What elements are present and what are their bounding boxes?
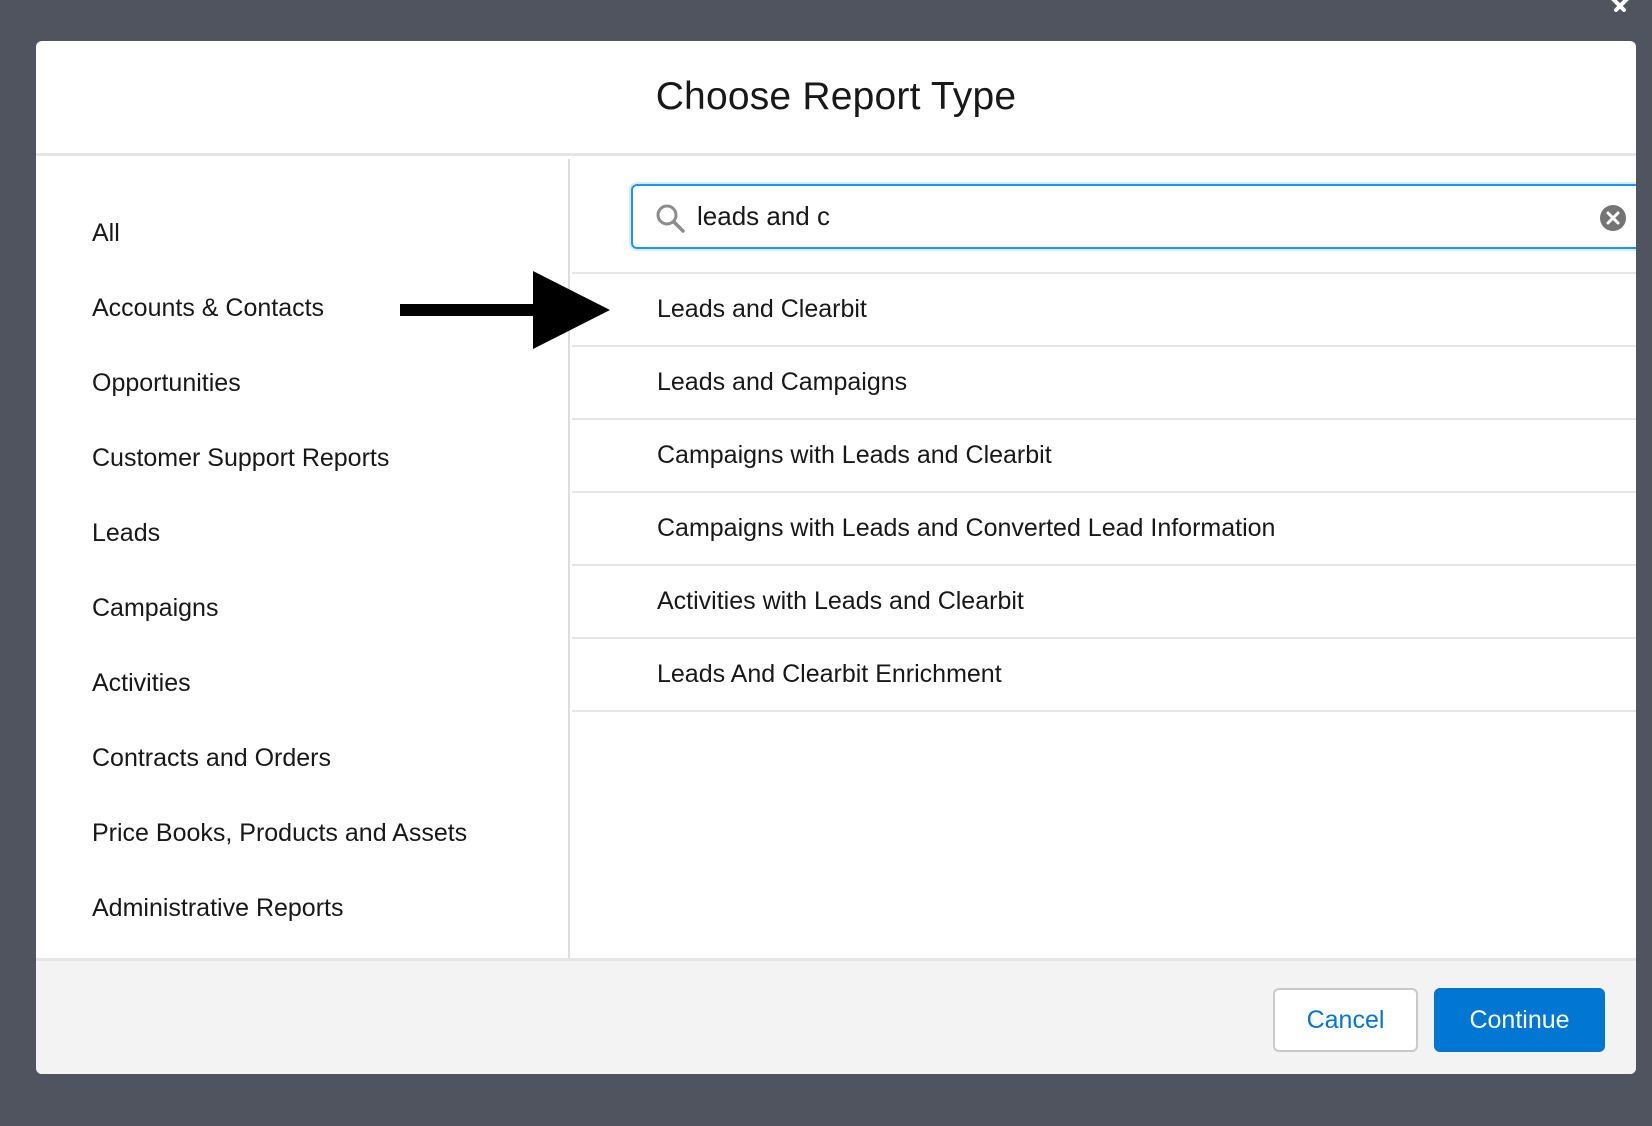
search-input[interactable] bbox=[697, 194, 1577, 239]
report-type-leads-clearbit-enrichment[interactable]: Leads And Clearbit Enrichment bbox=[572, 639, 1636, 712]
cancel-button[interactable]: Cancel bbox=[1273, 988, 1418, 1052]
sidebar-item-activities[interactable]: Activities bbox=[92, 646, 467, 721]
close-modal-icon[interactable] bbox=[1600, 0, 1640, 12]
choose-report-type-modal: Choose Report Type All Accounts & Contac… bbox=[36, 41, 1636, 1074]
report-type-campaigns-leads-converted[interactable]: Campaigns with Leads and Converted Lead … bbox=[572, 493, 1636, 566]
sidebar-item-administrative-reports[interactable]: Administrative Reports bbox=[92, 871, 467, 946]
search-icon bbox=[656, 204, 685, 233]
sidebar-item-campaigns[interactable]: Campaigns bbox=[92, 571, 467, 646]
sidebar-item-price-books-products-assets[interactable]: Price Books, Products and Assets bbox=[92, 796, 467, 871]
annotation-arrow-icon bbox=[400, 271, 610, 349]
modal-title: Choose Report Type bbox=[655, 75, 1017, 118]
sidebar-item-contracts-orders[interactable]: Contracts and Orders bbox=[92, 721, 467, 796]
sidebar-item-customer-support-reports[interactable]: Customer Support Reports bbox=[92, 421, 467, 496]
sidebar-item-leads[interactable]: Leads bbox=[92, 496, 467, 571]
sidebar-item-opportunities[interactable]: Opportunities bbox=[92, 346, 467, 421]
report-type-list: Leads and Clearbit Leads and Campaigns C… bbox=[572, 272, 1636, 712]
continue-button[interactable]: Continue bbox=[1434, 988, 1605, 1052]
sidebar-item-all[interactable]: All bbox=[92, 196, 467, 271]
report-type-campaigns-leads-clearbit[interactable]: Campaigns with Leads and Clearbit bbox=[572, 420, 1636, 493]
modal-body: All Accounts & Contacts Opportunities Cu… bbox=[36, 159, 1636, 958]
report-type-activities-leads-clearbit[interactable]: Activities with Leads and Clearbit bbox=[572, 566, 1636, 639]
report-type-leads-and-campaigns[interactable]: Leads and Campaigns bbox=[572, 347, 1636, 420]
search-box bbox=[631, 184, 1636, 249]
clear-search-icon[interactable] bbox=[1599, 204, 1627, 232]
report-type-results-panel: Leads and Clearbit Leads and Campaigns C… bbox=[572, 159, 1636, 958]
modal-header: Choose Report Type bbox=[36, 41, 1636, 156]
modal-footer: Cancel Continue bbox=[36, 958, 1636, 1074]
report-type-leads-and-clearbit[interactable]: Leads and Clearbit bbox=[572, 274, 1636, 347]
